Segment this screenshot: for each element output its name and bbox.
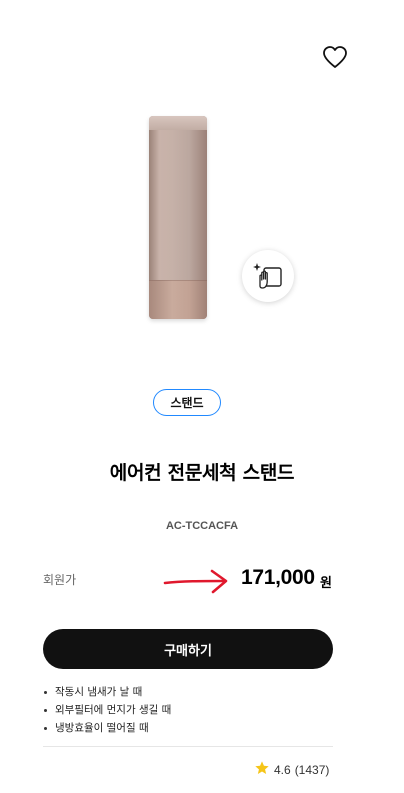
rating-score: 4.6 [274,762,291,777]
list-item: 작동시 냄새가 날 때 [43,683,171,701]
rating: 4.6 (1437) [254,760,329,779]
product-title: 에어컨 전문세척 스탠드 [109,462,295,484]
wishlist-heart-icon[interactable] [320,43,350,71]
feature-list: 작동시 냄새가 날 때 외부필터에 먼지가 생길 때 냉방효율이 떨어질 때 [43,683,171,737]
hand-wipe-cleaning-icon [242,250,294,302]
product-image [120,112,240,322]
buy-button[interactable]: 구매하기 [43,629,333,669]
stand-air-conditioner-image [149,116,207,319]
price-unit: 원 [320,576,332,591]
model-number: AC-TCCACFA [165,520,239,532]
rating-count: (1437) [294,762,330,777]
price-amount: 171,000 [241,566,315,589]
list-item: 외부필터에 먼지가 생길 때 [43,701,171,719]
price-label: 회원가 [43,573,77,587]
red-arrow-icon [162,566,232,596]
star-icon [254,760,270,779]
divider [43,746,333,747]
category-pill: 스탠드 [153,389,221,416]
list-item: 냉방효율이 떨어질 때 [43,719,171,737]
